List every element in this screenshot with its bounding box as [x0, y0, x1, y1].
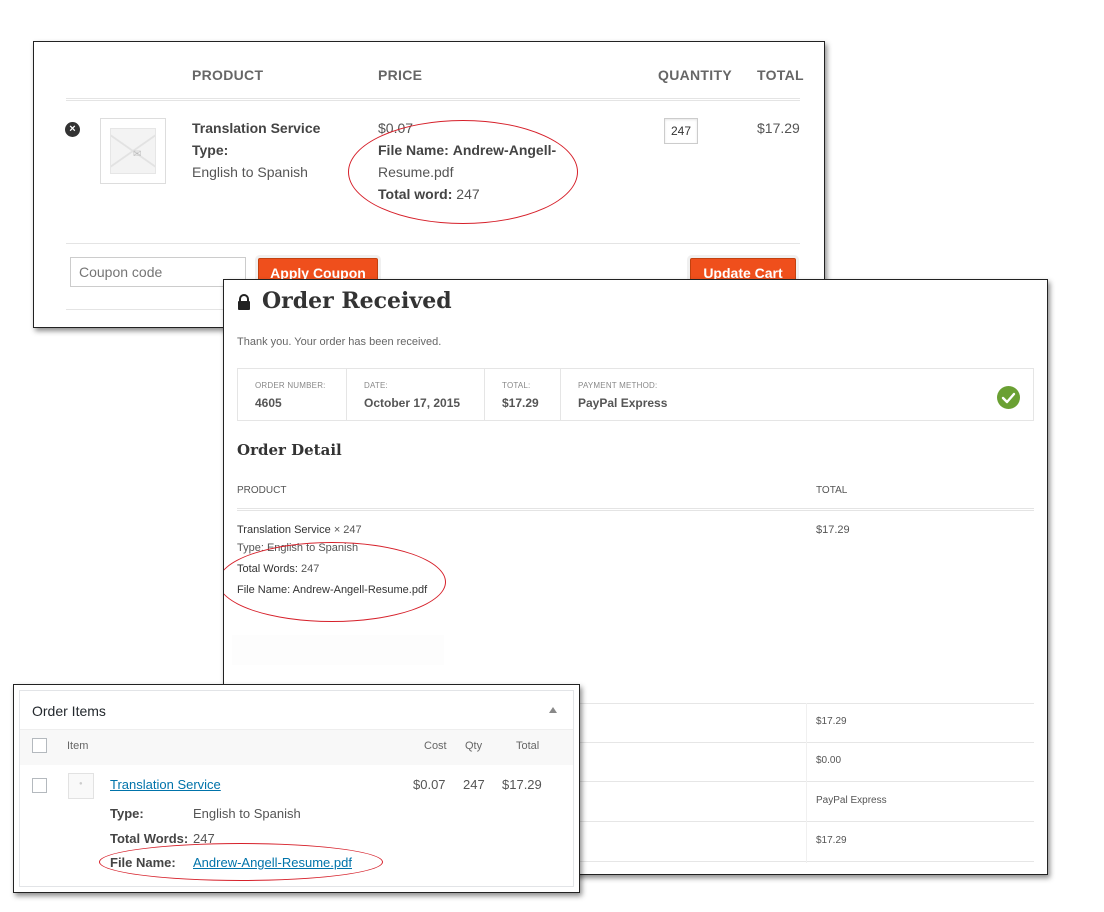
order-summary: ORDER NUMBER: 4605 DATE: October 17, 201… — [237, 368, 1034, 421]
items-header-item: Item — [67, 740, 89, 752]
detail-item-qty: × 247 — [333, 524, 362, 536]
date-value: October 17, 2015 — [364, 396, 461, 410]
cart-file-value-1: Andrew-Angell- — [452, 142, 557, 158]
collapse-arrow-icon[interactable] — [549, 707, 557, 713]
item-type-label: Type: — [110, 806, 144, 821]
order-number-value: 4605 — [255, 396, 282, 410]
detail-item-name[interactable]: Translation Service — [237, 524, 331, 536]
summary-total: TOTAL: $17.29 — [485, 369, 561, 420]
item-file-label: File Name: — [110, 855, 176, 870]
detail-header-total: TOTAL — [816, 485, 848, 496]
detail-item-name-line: Translation Service × 247 — [237, 524, 362, 536]
cart-item-type-label: Type: — [192, 142, 229, 158]
cart-header-total: TOTAL — [757, 67, 804, 83]
cart-item-file-line: File Name: Andrew-Angell- — [378, 139, 556, 161]
remove-item-icon[interactable]: × — [65, 122, 80, 137]
detail-file-line: File Name: Andrew-Angell-Resume.pdf — [237, 584, 427, 596]
summary-payment: PAYMENT METHOD: PayPal Express — [561, 369, 1001, 420]
check-icon — [997, 386, 1020, 409]
order-items-panel: Order Items Item Cost Qty Total ● Transl… — [13, 684, 580, 893]
detail-words-line: Total Words: 247 — [237, 563, 319, 575]
cart-item-name[interactable]: Translation Service — [192, 117, 320, 139]
order-items-title: Order Items — [32, 703, 106, 719]
footer-value-1: $17.29 — [816, 716, 847, 727]
cart-header-product: PRODUCT — [192, 67, 264, 83]
detail-header-divider — [237, 508, 1034, 511]
quantity-input[interactable]: 247 — [664, 118, 698, 144]
cart-file-value-2: Resume.pdf — [378, 164, 454, 180]
footer-value-4: $17.29 — [816, 835, 847, 846]
detail-header-product: PRODUCT — [237, 485, 287, 496]
detail-file-label: File Name: — [237, 584, 291, 596]
items-header-total: Total — [516, 740, 540, 752]
item-words-label: Total Words: — [110, 831, 189, 846]
cart-item-total: $17.29 — [757, 120, 800, 136]
order-number-label: ORDER NUMBER: — [255, 381, 326, 390]
item-total: $17.29 — [502, 777, 542, 792]
detail-item-total: $17.29 — [816, 524, 850, 536]
item-file-link[interactable]: Andrew-Angell-Resume.pdf — [193, 855, 352, 870]
item-type-value: English to Spanish — [193, 806, 301, 821]
items-header-qty: Qty — [465, 740, 483, 752]
cart-item-price: $0.07 — [378, 120, 414, 136]
items-header-cost: Cost — [424, 740, 447, 752]
total-value: $17.29 — [502, 396, 539, 410]
item-words-value: 247 — [193, 831, 215, 846]
detail-words-label: Total Words: — [237, 563, 298, 575]
cart-header-divider — [66, 98, 800, 101]
cart-file-label: File Name: — [378, 142, 449, 158]
row-checkbox[interactable] — [32, 778, 47, 793]
cart-header-price: PRICE — [378, 67, 423, 83]
item-qty: 247 — [463, 777, 485, 792]
blank-area — [232, 635, 444, 665]
order-items-header-row — [20, 729, 573, 765]
order-detail-title: Order Detail — [237, 441, 342, 459]
payment-method-value: PayPal Express — [578, 396, 668, 410]
cart-item-type-value: English to Spanish — [192, 164, 308, 180]
detail-file-value: Andrew-Angell-Resume.pdf — [292, 584, 428, 596]
cart-row-divider — [66, 243, 800, 244]
payment-method-label: PAYMENT METHOD: — [578, 381, 658, 390]
summary-date: DATE: October 17, 2015 — [347, 369, 485, 420]
cart-words-value: 247 — [456, 186, 480, 202]
cart-header-quantity: QUANTITY — [658, 67, 732, 83]
detail-type-value: English to Spanish — [266, 542, 359, 554]
date-label: DATE: — [364, 381, 388, 390]
item-name-link[interactable]: Translation Service — [110, 777, 221, 792]
detail-file-highlight — [224, 542, 446, 622]
item-cost: $0.07 — [413, 777, 446, 792]
summary-order-number: ORDER NUMBER: 4605 — [238, 369, 347, 420]
thank-you-message: Thank you. Your order has been received. — [237, 336, 442, 348]
lock-icon — [238, 294, 250, 310]
footer-value-3: PayPal Express — [816, 795, 887, 806]
cart-words-label: Total word: — [378, 186, 453, 202]
select-all-checkbox[interactable] — [32, 738, 47, 753]
detail-type-line: Type: English to Spanish — [237, 542, 358, 554]
detail-words-value: 247 — [301, 563, 320, 575]
page-title: Order Received — [262, 288, 452, 314]
cart-item-words-line: Total word: 247 — [378, 183, 480, 205]
footer-column-divider — [806, 703, 807, 863]
detail-type-label: Type: — [237, 542, 264, 554]
product-thumbnail[interactable]: ✉ — [100, 118, 166, 184]
coupon-code-input[interactable] — [70, 257, 246, 287]
total-label: TOTAL: — [502, 381, 531, 390]
item-thumbnail: ● — [68, 773, 94, 799]
footer-value-2: $0.00 — [816, 755, 842, 766]
